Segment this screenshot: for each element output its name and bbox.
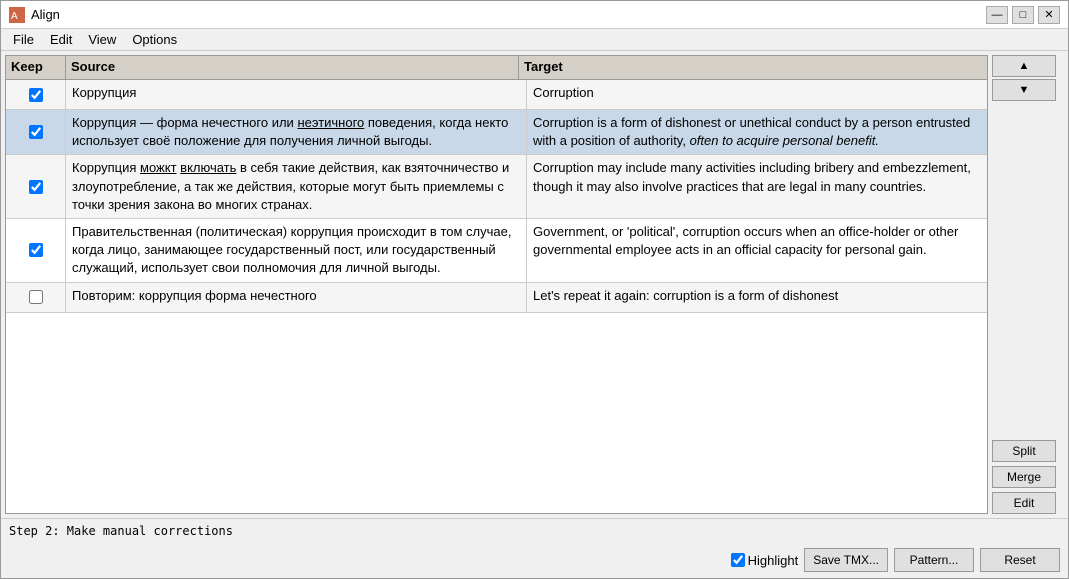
alignment-table: Keep Source Target Коррупция Corruption [5,55,988,514]
keep-checkbox-5[interactable] [29,290,43,304]
cell-target-3: Corruption may include many activities i… [527,155,987,218]
cell-source-3: Коррупция можкт включать в себя такие де… [66,155,527,218]
table-header: Keep Source Target [6,56,987,80]
menu-file[interactable]: File [5,31,42,48]
app-icon: A [9,7,25,23]
cell-keep-1 [6,80,66,109]
split-button[interactable]: Split [992,440,1056,462]
cell-source-4: Правительственная (политическая) коррупц… [66,219,527,282]
cell-keep-4 [6,219,66,282]
cell-target-1: Corruption [527,80,987,109]
target-text-5: Let's repeat it again: corruption is a f… [533,288,838,303]
down-button[interactable]: ▼ [992,79,1056,101]
keep-checkbox-4[interactable] [29,243,43,257]
table-row: Повторим: коррупция форма нечестного Let… [6,283,987,313]
source-text-4: Правительственная (политическая) коррупц… [72,224,511,275]
cell-target-4: Government, or 'political', corruption o… [527,219,987,282]
target-text-2: Corruption is a form of dishonest or une… [533,115,970,148]
table-row: Коррупция — форма нечестного или неэтичн… [6,110,987,155]
save-tmx-button[interactable]: Save TMX... [804,548,888,572]
edit-button[interactable]: Edit [992,492,1056,514]
target-text-1: Corruption [533,85,594,100]
cell-target-5: Let's repeat it again: corruption is a f… [527,283,987,312]
highlight-checkbox-area: Highlight [731,553,799,568]
right-panel: ▲ ▼ Split Merge Edit [988,51,1068,518]
cell-keep-5 [6,283,66,312]
maximize-button[interactable]: □ [1012,6,1034,24]
cell-source-5: Повторим: коррупция форма нечестного [66,283,527,312]
cell-keep-2 [6,110,66,154]
keep-checkbox-3[interactable] [29,180,43,194]
reset-button[interactable]: Reset [980,548,1060,572]
main-window: A Align — □ ✕ File Edit View Options Kee… [0,0,1069,579]
target-text-4: Government, or 'political', corruption o… [533,224,958,257]
target-text-3: Corruption may include many activities i… [533,160,971,193]
header-keep: Keep [6,56,66,79]
window-title: Align [31,7,60,22]
header-target: Target [519,56,971,79]
header-source: Source [66,56,519,79]
pattern-button[interactable]: Pattern... [894,548,974,572]
highlight-checkbox[interactable] [731,553,745,567]
close-button[interactable]: ✕ [1038,6,1060,24]
source-text-1: Коррупция [72,85,136,100]
main-content: Keep Source Target Коррупция Corruption [1,51,1068,518]
source-text-2: Коррупция — форма нечестного или неэтичн… [72,115,508,148]
cell-keep-3 [6,155,66,218]
source-text-5: Повторим: коррупция форма нечестного [72,288,317,303]
bottom-bar: Highlight Save TMX... Pattern... Reset [1,542,1068,578]
highlight-label: Highlight [748,553,799,568]
menu-bar: File Edit View Options [1,29,1068,51]
cell-source-2: Коррупция — форма нечестного или неэтичн… [66,110,527,154]
table-row: Коррупция можкт включать в себя такие де… [6,155,987,219]
keep-checkbox-2[interactable] [29,125,43,139]
menu-view[interactable]: View [80,31,124,48]
table-row: Правительственная (политическая) коррупц… [6,219,987,283]
merge-button[interactable]: Merge [992,466,1056,488]
title-bar: A Align — □ ✕ [1,1,1068,29]
menu-options[interactable]: Options [124,31,185,48]
title-bar-controls: — □ ✕ [986,6,1060,24]
table-row: Коррупция Corruption [6,80,987,110]
keep-checkbox-1[interactable] [29,88,43,102]
up-button[interactable]: ▲ [992,55,1056,77]
cell-source-1: Коррупция [66,80,527,109]
minimize-button[interactable]: — [986,6,1008,24]
menu-edit[interactable]: Edit [42,31,80,48]
title-bar-left: A Align [9,7,60,23]
status-bar: Step 2: Make manual corrections [1,518,1068,542]
source-text-3: Коррупция можкт включать в себя такие де… [72,160,509,211]
svg-text:A: A [11,11,18,22]
status-text: Step 2: Make manual corrections [9,524,233,538]
cell-target-2: Corruption is a form of dishonest or une… [527,110,987,154]
table-body: Коррупция Corruption Коррупция — форма н… [6,80,987,513]
